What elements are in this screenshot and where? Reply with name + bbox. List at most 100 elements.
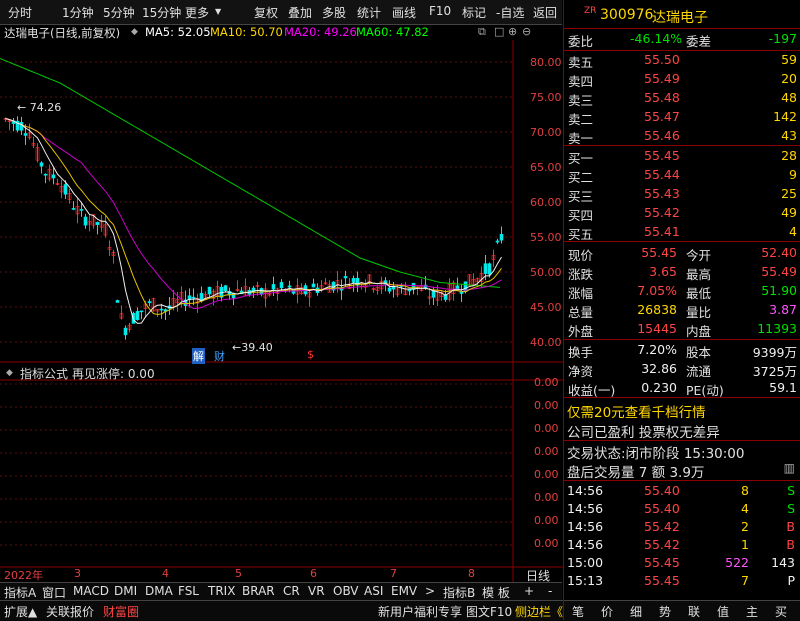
tick-row: 14:56 55.42 2 B [564, 519, 800, 537]
chevron-down-icon[interactable]: ◆ [131, 27, 138, 37]
tab-macd[interactable]: MACD [73, 584, 109, 598]
window-icon[interactable]: ⧉ [478, 25, 486, 39]
event-tag-jie[interactable]: 解 [192, 348, 205, 364]
indicator-name[interactable]: 指标公式 [20, 365, 68, 382]
event-tag-dollar[interactable]: $ [307, 348, 314, 361]
tick-side: S [787, 501, 795, 516]
stock-name: 达瑞电子 [652, 10, 708, 26]
stat-label: 最低 [686, 286, 712, 301]
x-tick: 4 [162, 567, 169, 580]
y-tick: 0.00 [534, 468, 559, 481]
x-tick: 8 [468, 567, 475, 580]
chevron-down-icon[interactable]: ◆ [6, 368, 13, 378]
tab-obv[interactable]: OBV [333, 584, 359, 598]
bid-level-label: 买二 [568, 170, 594, 185]
kline-chart[interactable]: ← 74.26 ←39.40 [0, 40, 563, 582]
expand-button[interactable]: 扩展▲ [4, 603, 37, 620]
stat-label: 内盘 [686, 324, 712, 339]
zoom-out-button[interactable]: - [548, 584, 552, 598]
stat-value: 11393 [757, 321, 797, 336]
ask-level-label: 卖五 [568, 55, 594, 70]
tab-trix[interactable]: TRIX [208, 584, 235, 598]
toolbar-item-back[interactable]: 返回 [533, 4, 557, 21]
bid-level-label: 买一 [568, 151, 594, 166]
tab-indicator-b[interactable]: 指标B [443, 584, 475, 601]
tab-brar[interactable]: BRAR [242, 584, 275, 598]
toolbar-item-duogu[interactable]: 多股 [322, 4, 346, 21]
bid-price: 55.43 [644, 186, 680, 201]
tick-volume: 8 [741, 483, 749, 498]
stat-label: 净资 [568, 364, 594, 379]
new-user-benefit-link[interactable]: 新用户福利专享 [378, 603, 462, 620]
tick-side: P [787, 573, 795, 588]
tab-f10[interactable]: 图文F10 [466, 603, 512, 620]
x-tick: 2022年 [4, 569, 43, 582]
tab-indicator-a[interactable]: 指标A [4, 584, 36, 601]
bar-chart-icon[interactable]: ▥ [784, 461, 795, 475]
toolbar-item-fuquan[interactable]: 复权 [254, 4, 278, 21]
toolbar-item-fenshi[interactable]: 分时 [8, 4, 32, 21]
maximize-icon[interactable]: □ [494, 25, 504, 38]
tab-dmi[interactable]: DMI [114, 584, 137, 598]
toolbar-item-1min[interactable]: 1分钟 [62, 4, 94, 21]
toolbar-item-tongji[interactable]: 统计 [357, 4, 381, 21]
chevron-down-icon: ▼ [215, 7, 222, 16]
trade-status: 交易状态:闭市阶段 15:30:00 [567, 446, 745, 462]
zoom-in-icon[interactable]: ⊕ [508, 25, 517, 38]
candle-body [291, 289, 296, 294]
ask-row: 卖一 55.46 43 [564, 128, 800, 146]
stat-row: 现价 55.45 今开 52.40 [564, 245, 800, 263]
tab-fsl[interactable]: FSL [178, 584, 199, 598]
indicator-header: ◆ 指标公式 再见涨停: 0.00 [0, 364, 512, 382]
toolbar-item-zixuan[interactable]: -自选 [496, 4, 524, 21]
tick-price: 55.40 [644, 483, 680, 498]
stat-value: 3.65 [649, 264, 677, 279]
bid-level-label: 买四 [568, 208, 594, 223]
tab-cr[interactable]: CR [283, 584, 300, 598]
candle-body [63, 184, 68, 195]
stat-value: 55.45 [641, 245, 677, 260]
candle-body [259, 288, 264, 295]
stat-label: 现价 [568, 248, 594, 263]
tick-time: 14:56 [567, 537, 604, 552]
toolbar-item-huaxian[interactable]: 画线 [392, 4, 416, 21]
stat-label: 外盘 [568, 324, 594, 339]
tab-emv[interactable]: EMV [391, 584, 417, 598]
toolbar-item-diejia[interactable]: 叠加 [288, 4, 312, 21]
tab-window[interactable]: 窗口 [42, 584, 66, 601]
stat-value: 52.40 [761, 245, 797, 260]
stat-value: 55.49 [761, 264, 797, 279]
y-tick: 0.00 [534, 399, 559, 412]
promo-link[interactable]: 仅需20元查看千档行情 [567, 401, 706, 421]
weibi-value: -46.14% [630, 31, 683, 46]
event-tag-cai[interactable]: 财 [214, 348, 225, 364]
stat-label: 总量 [568, 305, 594, 320]
toolbar-item-5min[interactable]: 5分钟 [103, 4, 135, 21]
zoom-in-button[interactable]: + [524, 584, 534, 598]
ask-row: 卖三 55.48 48 [564, 90, 800, 108]
tab-dma[interactable]: DMA [145, 584, 173, 598]
tick-row: 14:56 55.40 4 S [564, 501, 800, 519]
tab-asi[interactable]: ASI [364, 584, 383, 598]
stat-label: 涨幅 [568, 286, 594, 301]
tab-template[interactable]: 模 板 [482, 584, 510, 601]
tab-wealth-circle[interactable]: 财富圈 [103, 603, 139, 620]
tab-related-quote[interactable]: 关联报价 [46, 603, 94, 620]
stat-row: 涨跌 3.65 最高 55.49 [564, 264, 800, 282]
toolbar-item-f10[interactable]: F10 [429, 4, 451, 18]
tabs-next-arrow[interactable]: > [425, 584, 435, 598]
stat-row: 收益(一) 0.230 PE(动) 59.1 [564, 380, 800, 398]
stat-value: 3725万 [752, 364, 797, 379]
zoom-out-icon[interactable]: ⊖ [522, 25, 531, 38]
toolbar-item-biaoji[interactable]: 标记 [462, 4, 486, 21]
candle-body [191, 296, 196, 299]
tab-vr[interactable]: VR [308, 584, 325, 598]
toolbar-item-15min[interactable]: 15分钟 [142, 4, 181, 21]
x-tick: 7 [390, 567, 397, 580]
sidebar-toggle[interactable]: 侧边栏《 [515, 603, 563, 620]
stat-label: 流通 [686, 364, 712, 379]
tick-time: 14:56 [567, 501, 604, 516]
toolbar-item-more[interactable]: 更多 [185, 4, 209, 21]
stat-label: 量比 [686, 305, 712, 320]
y-tick: 60.00 [530, 196, 562, 209]
